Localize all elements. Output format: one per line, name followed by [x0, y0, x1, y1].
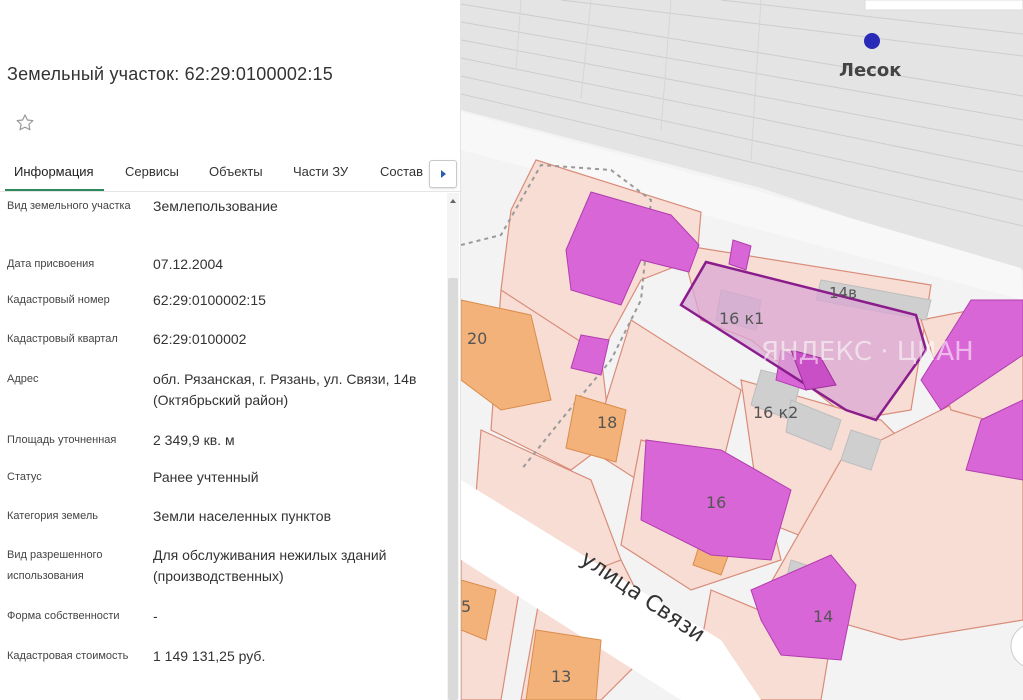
- info-row-value: Для обслуживания нежилых зданий (произво…: [153, 547, 387, 584]
- building-label-14: 14: [813, 607, 833, 626]
- building-label-16k2: 16 к2: [753, 403, 798, 422]
- info-row-label: Статус: [7, 471, 42, 483]
- scrollbar-thumb[interactable]: [448, 278, 458, 700]
- info-row-label: Форма собственности: [7, 610, 120, 622]
- page-title: Земельный участок: 62:29:0100002:15: [7, 64, 333, 84]
- info-row-label: Кадастровая стоимость: [7, 650, 129, 662]
- tab-parcel-parts[interactable]: Части ЗУ: [293, 164, 348, 179]
- info-row-value: Землепользование: [153, 198, 278, 214]
- building-label-16k1: 16 к1: [719, 309, 764, 328]
- info-row-value: 62:29:0100002:15: [153, 292, 266, 308]
- tab-bar: Информация Сервисы Объекты Части ЗУ Сост…: [0, 152, 460, 192]
- tab-information[interactable]: Информация: [14, 164, 94, 179]
- info-row-label: Кадастровый номер: [7, 294, 110, 306]
- info-row-value: -: [153, 608, 158, 624]
- info-row-value: обл. Рязанская, г. Рязань, ул. Связи, 14…: [153, 371, 417, 408]
- map-watermark: ЯНДЕКС · ЦИАН: [761, 337, 974, 367]
- tab-composition[interactable]: Состав: [380, 164, 423, 179]
- info-row-label: Адрес: [7, 373, 39, 385]
- map-popup-edge: [864, 0, 1023, 11]
- station-marker-icon[interactable]: [864, 33, 880, 49]
- cadastral-map[interactable]: Лесок 14в 16 к1 16 к2 16 18 20 14 13 5 у…: [461, 0, 1023, 700]
- info-row-value: 2 349,9 кв. м: [153, 432, 235, 448]
- tab-objects[interactable]: Объекты: [209, 164, 263, 179]
- info-table: Вид земельного участка Землепользование …: [0, 193, 445, 700]
- scroll-up-arrow-icon[interactable]: [450, 199, 456, 203]
- info-scrollbar[interactable]: [447, 193, 459, 700]
- info-row-label: Площадь уточненная: [7, 434, 117, 446]
- building-label-13: 13: [551, 667, 571, 686]
- info-panel: Земельный участок: 62:29:0100002:15 Инфо…: [0, 0, 461, 700]
- building-label-20: 20: [467, 329, 487, 348]
- map-control-button[interactable]: [1010, 624, 1023, 668]
- tab-services[interactable]: Сервисы: [125, 164, 179, 179]
- info-row-label: Вид земельного участка: [7, 200, 131, 212]
- building-label-18: 18: [597, 413, 617, 432]
- building-label-16: 16: [706, 493, 726, 512]
- tabs-next-button[interactable]: [429, 160, 457, 188]
- info-row-value: 1 149 131,25 руб.: [153, 648, 266, 664]
- map-canvas[interactable]: Лесок 14в 16 к1 16 к2 16 18 20 14 13 5 у…: [461, 0, 1023, 700]
- info-row-value: 07.12.2004: [153, 256, 224, 272]
- station-label: Лесок: [839, 60, 901, 81]
- info-row-label: Дата присвоения: [7, 258, 95, 270]
- star-outline-icon[interactable]: [14, 112, 36, 134]
- info-row-value: Земли населенных пунктов: [153, 508, 332, 524]
- info-row-value: Ранее учтенный: [153, 469, 259, 485]
- info-row-label: Категория земель: [7, 510, 98, 522]
- active-tab-indicator: [5, 189, 104, 191]
- building-label-5: 5: [461, 597, 471, 616]
- parcel-label-14v: 14в: [829, 284, 857, 302]
- info-row-value: 62:29:0100002: [153, 331, 247, 347]
- info-row-label: Кадастровый квартал: [7, 333, 118, 345]
- info-row-label: Вид разрешенного использования: [7, 549, 103, 582]
- chevron-right-icon: [440, 170, 446, 178]
